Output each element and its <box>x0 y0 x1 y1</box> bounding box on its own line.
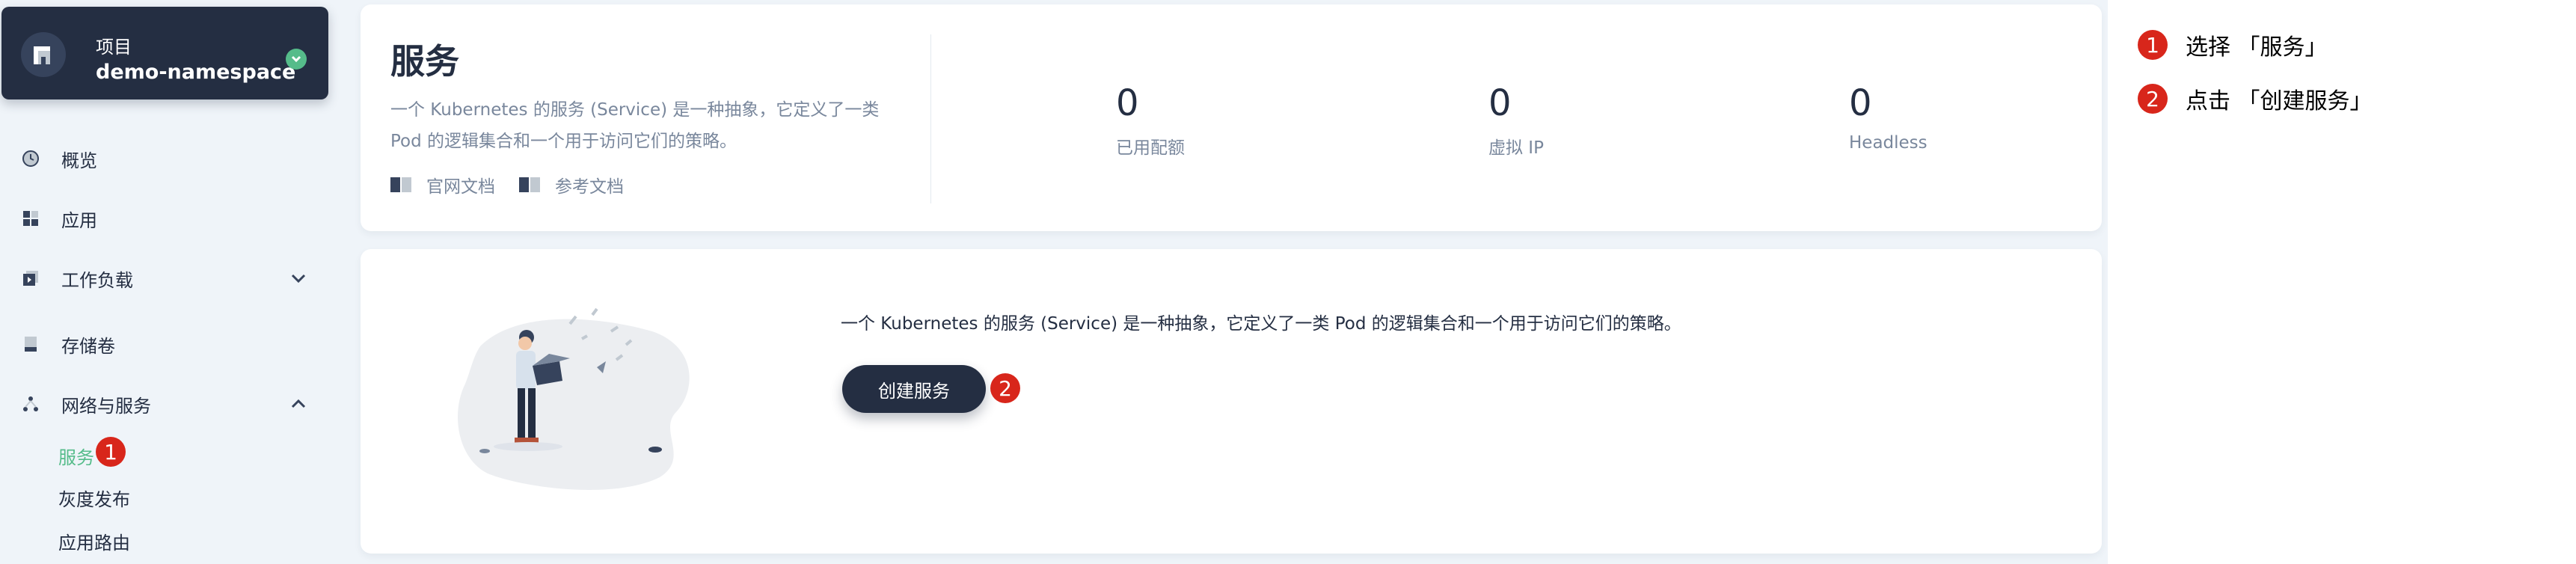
sidebar-item-label: 网络与服务 <box>61 395 151 417</box>
stat-vip-value: 0 <box>1488 82 1512 124</box>
book-icon <box>390 177 411 192</box>
official-docs-link[interactable]: 官网文档 <box>390 172 495 197</box>
sidebar-item-label: 工作负载 <box>61 269 133 291</box>
header-card: 服务 一个 Kubernetes 的服务 (Service) 是一种抽象，它定义… <box>361 4 2102 231</box>
create-service-button[interactable]: 创建服务 <box>842 365 986 413</box>
sidebar: 项目 demo-namespace 概览 应用 工作负载 存储卷 网络与服务 服… <box>0 0 343 564</box>
chevron-down-icon[interactable] <box>287 267 310 289</box>
sidebar-item-overview[interactable]: 概览 <box>21 144 97 174</box>
sidebar-item-network[interactable]: 网络与服务 <box>21 389 151 419</box>
stat-quota-label: 已用配额 <box>1116 138 1185 158</box>
instruction-step-2: 2 点击 「创建服务」 <box>2138 82 2373 115</box>
book-icon <box>519 177 540 192</box>
doc-link-label: 官网文档 <box>426 177 495 197</box>
stat-headless-label: Headless <box>1849 133 1928 153</box>
step-text: 选择 「服务」 <box>2186 34 2328 61</box>
page-title: 服务 <box>390 41 459 82</box>
network-icon <box>21 394 40 414</box>
sidebar-subitem-grayscale[interactable]: 灰度发布 <box>58 485 130 511</box>
chevron-down-icon[interactable] <box>286 49 307 70</box>
divider <box>930 34 931 203</box>
sidebar-item-label: 存储卷 <box>61 335 115 357</box>
sidebar-item-label: 概览 <box>61 150 97 171</box>
project-label: 项目 <box>96 37 132 58</box>
stat-quota-value: 0 <box>1116 82 1139 124</box>
stat-headless-value: 0 <box>1849 82 1872 124</box>
page-description: 一个 Kubernetes 的服务 (Service) 是一种抽象，它定义了一类… <box>390 100 880 151</box>
workload-icon <box>21 269 40 288</box>
sidebar-item-workload[interactable]: 工作负载 <box>21 263 133 293</box>
step-number: 1 <box>2138 30 2168 60</box>
sidebar-subitem-routes[interactable]: 应用路由 <box>58 528 130 554</box>
project-icon <box>21 32 66 77</box>
sidebar-item-label: 应用 <box>61 209 97 231</box>
step-marker-2: 2 <box>990 373 1020 403</box>
project-name: demo-namespace <box>96 61 296 84</box>
empty-state-card: 一个 Kubernetes 的服务 (Service) 是一种抽象，它定义了一类… <box>361 249 2102 554</box>
step-text: 点击 「创建服务」 <box>2186 88 2373 114</box>
instruction-panel: 1 选择 「服务」 2 点击 「创建服务」 <box>2108 0 2576 564</box>
empty-description: 一个 Kubernetes 的服务 (Service) 是一种抽象，它定义了一类… <box>841 314 1681 334</box>
stat-vip-label: 虚拟 IP <box>1488 138 1544 158</box>
project-selector[interactable]: 项目 demo-namespace <box>1 7 328 99</box>
step-number: 2 <box>2138 84 2168 114</box>
overview-icon <box>21 149 40 168</box>
instruction-step-1: 1 选择 「服务」 <box>2138 28 2328 61</box>
sidebar-item-apps[interactable]: 应用 <box>21 203 97 233</box>
apps-icon <box>21 209 40 228</box>
reference-docs-link[interactable]: 参考文档 <box>519 172 624 197</box>
empty-box-illustration <box>458 307 690 490</box>
storage-icon <box>21 334 40 354</box>
sidebar-subitem-services[interactable]: 服务 <box>58 443 94 469</box>
chevron-up-icon[interactable] <box>287 393 310 415</box>
doc-link-label: 参考文档 <box>555 177 624 197</box>
step-marker-1: 1 <box>96 437 126 467</box>
sidebar-item-storage[interactable]: 存储卷 <box>21 329 115 359</box>
